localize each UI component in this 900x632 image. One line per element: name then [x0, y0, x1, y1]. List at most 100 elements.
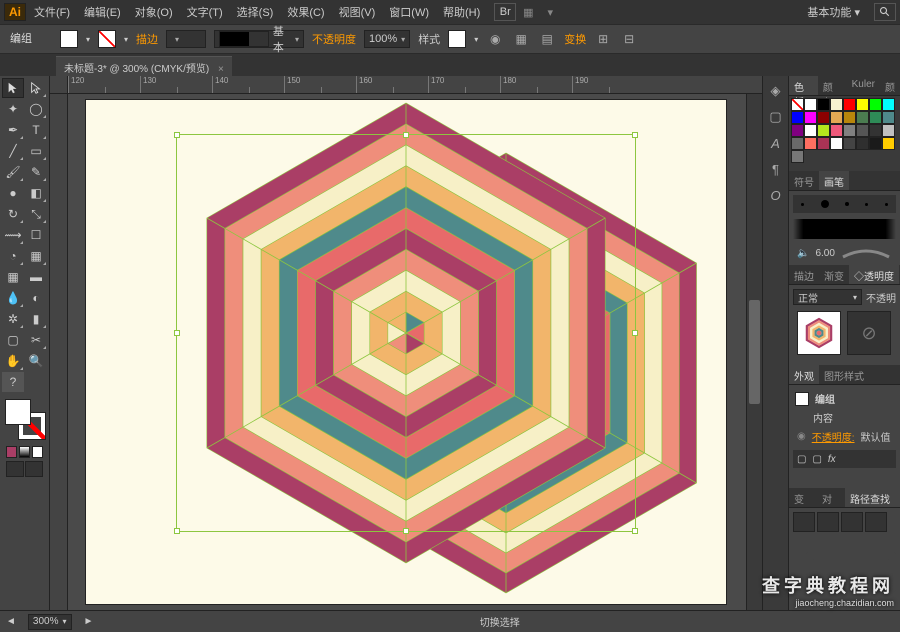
gradient-mode-btn[interactable] — [19, 446, 30, 458]
swatch-item[interactable] — [791, 137, 804, 150]
dropdown-arrow[interactable]: ▾ — [124, 35, 128, 44]
vertical-scrollbar[interactable] — [746, 94, 762, 610]
toggle-fill-stroke[interactable]: ? — [2, 372, 24, 392]
swatch-item[interactable] — [882, 137, 895, 150]
menu-help[interactable]: 帮助(H) — [437, 2, 486, 22]
tab-pathfinder[interactable]: 路径查找器 — [845, 488, 900, 507]
blend-tool[interactable]: ◐ — [25, 288, 47, 308]
swatch-item[interactable] — [856, 111, 869, 124]
swatch-item[interactable] — [856, 124, 869, 137]
stroke-label[interactable]: 描边 — [136, 31, 158, 47]
swatch-item[interactable] — [791, 150, 804, 163]
brush-stroke-preview[interactable] — [793, 219, 896, 239]
tab-transparency[interactable]: ◇透明度 — [849, 265, 899, 284]
swatch-item[interactable] — [843, 111, 856, 124]
menu-window[interactable]: 窗口(W) — [383, 2, 435, 22]
selection-bounds[interactable] — [176, 134, 636, 532]
blend-mode-dropdown[interactable]: 正常▾ — [793, 289, 862, 305]
swatch-item[interactable] — [882, 98, 895, 111]
wand-tool[interactable]: ✦ — [2, 99, 24, 119]
swatch-item[interactable] — [869, 111, 882, 124]
scale-tool[interactable]: ⤡ — [25, 204, 47, 224]
hand-tool[interactable]: ✋ — [2, 351, 24, 371]
swatch-item[interactable] — [882, 111, 895, 124]
screen-mode-full[interactable] — [25, 461, 43, 477]
swatch-item[interactable] — [843, 98, 856, 111]
slice-tool[interactable]: ✂ — [25, 330, 47, 350]
artboard[interactable] — [86, 100, 726, 604]
menu-select[interactable]: 选择(S) — [231, 2, 280, 22]
selection-tool[interactable] — [2, 78, 24, 98]
symbol-spray-tool[interactable]: ✲ — [2, 309, 24, 329]
brush-definition[interactable]: 基本▾ — [214, 30, 304, 48]
pencil-tool[interactable]: ✎ — [25, 162, 47, 182]
swatch-item[interactable] — [817, 137, 830, 150]
menu-edit[interactable]: 编辑(E) — [78, 2, 127, 22]
pen-tool[interactable]: ✒ — [2, 120, 24, 140]
pf-unite[interactable] — [793, 512, 815, 532]
swatch-item[interactable] — [856, 137, 869, 150]
dropdown-arrow[interactable]: ▾ — [86, 35, 90, 44]
tab-brushes[interactable]: 画笔 — [819, 171, 849, 190]
paragraph-icon[interactable]: ¶ — [767, 160, 785, 178]
appearance-swatch[interactable] — [795, 392, 809, 406]
swatch-item[interactable] — [804, 124, 817, 137]
chevron-down-icon[interactable]: ▾ — [540, 3, 560, 21]
menu-object[interactable]: 对象(O) — [129, 2, 179, 22]
tab-swatches[interactable]: 色板 — [789, 76, 818, 95]
screen-mode-normal[interactable] — [6, 461, 24, 477]
opacity-field[interactable]: 100%▾ — [364, 30, 410, 48]
canvas[interactable] — [68, 94, 744, 610]
tab-align[interactable]: 对齐 — [817, 488, 845, 507]
layers-icon[interactable]: ◈ — [767, 82, 785, 100]
brush-sizes[interactable] — [793, 195, 896, 213]
type-tool[interactable]: T — [25, 120, 47, 140]
pf-minus[interactable] — [817, 512, 839, 532]
swatch-item[interactable] — [869, 98, 882, 111]
pf-intersect[interactable] — [841, 512, 863, 532]
blob-tool[interactable]: ● — [2, 183, 24, 203]
tab-graphic-styles[interactable]: 图形样式 — [819, 365, 869, 384]
pf-exclude[interactable] — [865, 512, 887, 532]
gradient-tool[interactable]: ▬ — [25, 267, 47, 287]
eyedropper-tool[interactable]: 💧 — [2, 288, 24, 308]
swatch-item[interactable] — [869, 137, 882, 150]
nav-prev-icon[interactable]: ◄ — [6, 616, 16, 627]
swatch-item[interactable] — [791, 124, 804, 137]
stroke-weight-field[interactable]: ▾ — [166, 30, 206, 48]
tab-transform[interactable]: 变换 — [789, 488, 817, 507]
style-swatch[interactable] — [448, 30, 466, 48]
perspective-tool[interactable]: ▦ — [25, 246, 47, 266]
tab-kuler[interactable]: Kuler — [847, 76, 880, 95]
line-tool[interactable]: ╱ — [2, 141, 24, 161]
swatch-item[interactable] — [817, 111, 830, 124]
visibility-icon[interactable]: ◉ — [797, 431, 806, 442]
tab-gradient[interactable]: 渐变 — [819, 265, 849, 284]
rotate-tool[interactable]: ↻ — [2, 204, 24, 224]
swatch-item[interactable] — [817, 98, 830, 111]
swatch-item[interactable] — [817, 124, 830, 137]
none-mode-btn[interactable] — [32, 446, 43, 458]
swatch-item[interactable] — [830, 111, 843, 124]
swatch-item[interactable] — [804, 137, 817, 150]
width-tool[interactable]: ⟿ — [2, 225, 24, 245]
free-transform-tool[interactable]: ☐ — [25, 225, 47, 245]
align-icon[interactable]: ▦ — [512, 30, 530, 48]
swatch-item[interactable] — [882, 124, 895, 137]
swatch-none[interactable] — [791, 98, 804, 111]
mask-thumbnail[interactable]: ⊘ — [847, 311, 891, 355]
swatch-item[interactable] — [843, 137, 856, 150]
isolate-icon[interactable]: ⊞ — [594, 30, 612, 48]
swatch-item[interactable] — [830, 98, 843, 111]
graph-tool[interactable]: ▮ — [25, 309, 47, 329]
zoom-tool[interactable]: 🔍 — [25, 351, 47, 371]
align-icon[interactable]: ▤ — [538, 30, 556, 48]
dropdown-arrow[interactable]: ▾ — [474, 35, 478, 44]
appearance-opacity-link[interactable]: 不透明度: — [812, 429, 855, 444]
brush-tool[interactable]: 🖌 — [2, 162, 24, 182]
fill-stroke-indicator[interactable] — [3, 397, 47, 441]
new-stroke-icon[interactable]: ▢ — [812, 454, 821, 465]
type-icon[interactable]: A — [767, 134, 785, 152]
scrollbar-thumb[interactable] — [749, 300, 760, 403]
arrange-docs-icon[interactable]: ▦ — [518, 3, 538, 21]
